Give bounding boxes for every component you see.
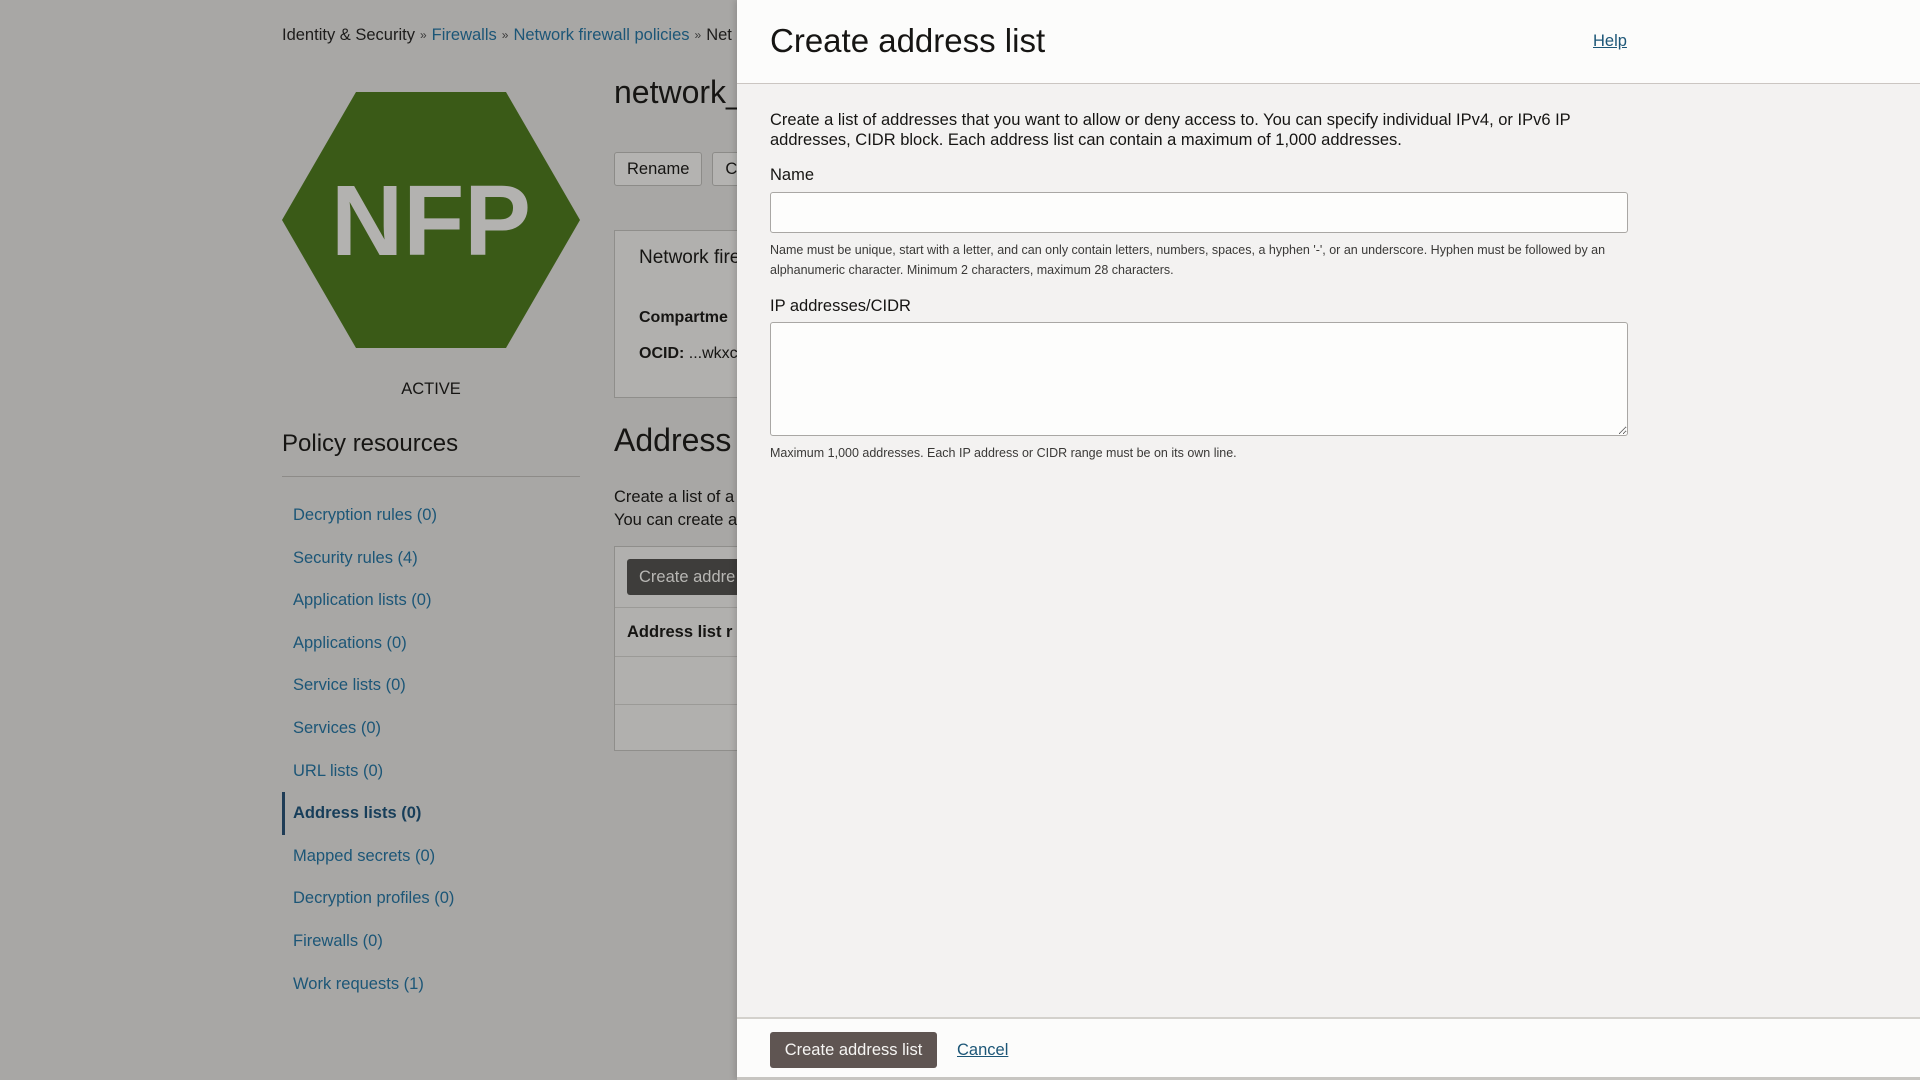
- nfp-hexagon-logo: NFP: [282, 92, 580, 348]
- breadcrumb: Identity & Security » Firewalls » Network fi…: [282, 26, 732, 45]
- panel-body: Create a list of addresses that you want…: [770, 84, 1628, 463]
- sidebar-item-applications[interactable]: Applications (0): [282, 622, 580, 665]
- ocid-row: OCID: ...wkxc: [639, 345, 738, 363]
- sidebar-item-service-lists[interactable]: Service lists (0): [282, 664, 580, 707]
- ip-addresses-hint: Maximum 1,000 addresses. Each IP address…: [770, 446, 1237, 460]
- compartment-row: Compartme: [639, 309, 728, 327]
- status-label: ACTIVE: [401, 380, 461, 398]
- breadcrumb-network-firewall-policies[interactable]: Network firewall policies: [513, 26, 689, 44]
- breadcrumb-separator-icon: »: [694, 28, 702, 42]
- compartment-label: Compartme: [639, 309, 728, 326]
- sidebar-item-services[interactable]: Services (0): [282, 707, 580, 750]
- hexagon-icon: NFP: [282, 92, 580, 348]
- sidebar-item-firewalls[interactable]: Firewalls (0): [282, 920, 580, 963]
- ocid-value[interactable]: ...wkxc: [689, 345, 738, 362]
- rename-button[interactable]: Rename: [614, 152, 703, 186]
- name-input[interactable]: [770, 192, 1628, 233]
- sidebar-item-url-lists[interactable]: URL lists (0): [282, 750, 580, 793]
- policy-resources-title: Policy resources: [282, 430, 459, 457]
- panel-title: Create address list: [770, 22, 1046, 59]
- breadcrumb-separator-icon: »: [419, 28, 427, 42]
- description-line-2: You can create a: [614, 511, 738, 529]
- breadcrumb-firewalls[interactable]: Firewalls: [432, 26, 497, 44]
- panel-footer: Create address list Cancel: [737, 1017, 1920, 1080]
- ocid-label: OCID:: [639, 345, 685, 362]
- sidebar-item-security-rules[interactable]: Security rules (4): [282, 537, 580, 580]
- sidebar-item-decryption-rules[interactable]: Decryption rules (0): [282, 494, 580, 537]
- name-label: Name: [770, 166, 815, 184]
- panel-header: Create address list Help: [737, 0, 1920, 84]
- breadcrumb-identity-security: Identity & Security: [282, 26, 415, 44]
- policy-resources-nav: Decryption rules (0) Security rules (4) …: [282, 494, 580, 1005]
- breadcrumb-current[interactable]: Net: [706, 26, 732, 44]
- ip-addresses-label: IP addresses/CIDR: [770, 297, 911, 315]
- sidebar-divider: [282, 476, 580, 477]
- logo-text: NFP: [331, 165, 531, 277]
- sidebar-item-application-lists[interactable]: Application lists (0): [282, 579, 580, 622]
- help-link[interactable]: Help: [1593, 32, 1627, 51]
- cancel-link[interactable]: Cancel: [957, 1041, 1008, 1060]
- sidebar-item-mapped-secrets[interactable]: Mapped secrets (0): [282, 835, 580, 878]
- resource-actions: Rename C: [614, 152, 751, 186]
- panel-description: Create a list of addresses that you want…: [770, 111, 1571, 149]
- sidebar-item-address-lists[interactable]: Address lists (0): [282, 792, 580, 835]
- name-hint: Name must be unique, start with a letter…: [770, 243, 1606, 277]
- description-line-1: Create a list of a: [614, 488, 735, 506]
- sidebar-item-work-requests[interactable]: Work requests (1): [282, 963, 580, 1006]
- resource-title: network_: [614, 74, 744, 110]
- ip-addresses-textarea[interactable]: [770, 322, 1628, 436]
- sidebar-item-decryption-profiles[interactable]: Decryption profiles (0): [282, 877, 580, 920]
- info-title: Network fire: [639, 247, 741, 268]
- create-address-list-bg-button[interactable]: Create addre: [627, 559, 748, 595]
- create-address-list-panel: Create address list Help Create a list o…: [737, 0, 1920, 1080]
- breadcrumb-separator-icon: »: [501, 28, 509, 42]
- address-lists-section-title: Address: [614, 422, 732, 458]
- address-lists-description: Create a list of a You can create a: [614, 486, 737, 532]
- create-address-list-button[interactable]: Create address list: [770, 1032, 937, 1068]
